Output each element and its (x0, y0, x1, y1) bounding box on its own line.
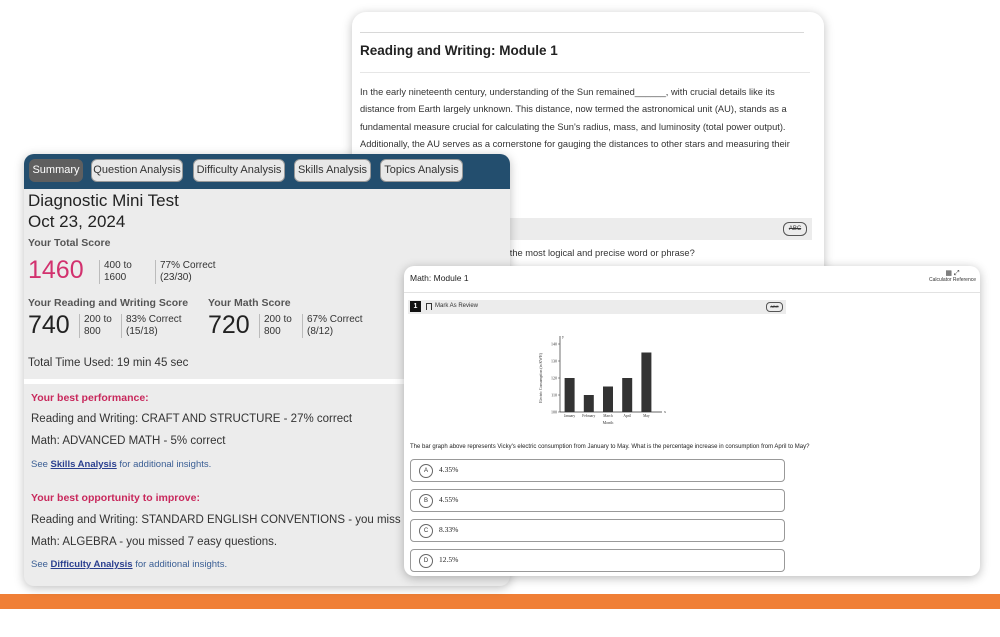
x-tick-label: May (643, 414, 650, 418)
choice-letter: A (419, 464, 433, 478)
math-score-range: 200 to 800 (259, 314, 294, 338)
reading-passage: In the early nineteenth century, underst… (360, 87, 790, 150)
answer-choice-d[interactable]: D 12.5% (410, 549, 785, 572)
opportunity-item: Reading and Writing: STANDARD ENGLISH CO… (31, 514, 401, 526)
header-divider (404, 292, 980, 293)
y-tick-label: 110 (551, 392, 557, 397)
question-header-strip: 1 Mark As Review ABC (408, 300, 786, 314)
bar (622, 378, 633, 412)
rw-percent: 83% Correct (126, 314, 182, 325)
total-fraction: (23/30) (160, 272, 192, 283)
math-fraction: (8/12) (307, 326, 334, 337)
skills-insight-line: See Skills Analysis for additional insig… (31, 459, 211, 470)
tab-topics-analysis[interactable]: Topics Analysis (380, 159, 463, 182)
rw-score-range: 200 to 800 (79, 314, 114, 338)
y-axis-letter: y (562, 334, 564, 339)
y-tick-label: 130 (551, 358, 557, 363)
mark-review-label[interactable]: Mark As Review (435, 303, 478, 309)
bar (641, 352, 652, 412)
module-title: Math: Module 1 (410, 273, 469, 283)
calculator-icon: ▦ ⤢ (945, 270, 960, 277)
total-score-correct: 77% Correct (23/30) (155, 260, 240, 284)
total-score-value: 1460 (28, 256, 84, 284)
choice-value: 8.33% (439, 525, 459, 534)
tab-question-analysis[interactable]: Question Analysis (91, 159, 183, 182)
bar (564, 378, 575, 412)
x-tick-label: March (603, 414, 613, 418)
tab-difficulty-analysis[interactable]: Difficulty Analysis (193, 159, 285, 182)
report-tab-bar: Summary Question Analysis Difficulty Ana… (24, 154, 510, 189)
math-score-correct: 67% Correct (8/12) (302, 314, 377, 338)
total-score-range: 400 to 1600 (99, 260, 148, 284)
choice-value: 4.35% (439, 465, 459, 474)
math-module-card: Math: Module 1 ▦ ⤢ Calculator Reference … (404, 266, 980, 576)
choice-letter: D (419, 554, 433, 568)
tab-summary[interactable]: Summary (29, 159, 83, 182)
total-time-used: Total Time Used: 19 min 45 sec (28, 357, 189, 369)
rw-score-label: Your Reading and Writing Score (28, 297, 189, 309)
answer-choice-c[interactable]: C 8.33% (410, 519, 785, 542)
rw-fraction: (15/18) (126, 326, 158, 337)
choice-letter: B (419, 494, 433, 508)
see-suffix: for additional insights. (116, 459, 212, 470)
see-suffix: for additional insights. (132, 559, 228, 570)
calculator-reference-label: Calculator Reference (929, 277, 976, 283)
x-tick-label: February (582, 414, 595, 418)
question-number: 1 (410, 301, 421, 312)
footer-accent-bar (0, 594, 1000, 609)
y-tick-label: 120 (551, 375, 557, 380)
question-prompt: n the most logical and precise word or p… (502, 248, 695, 258)
difficulty-insight-line: See Difficulty Analysis for additional i… (31, 559, 227, 570)
title-divider (360, 72, 810, 73)
x-axis-letter: x (664, 409, 666, 414)
y-tick-label: 100 (551, 409, 557, 414)
see-prefix: See (31, 559, 51, 570)
x-tick-label: January (564, 414, 575, 418)
math-score-label: Your Math Score (208, 297, 291, 309)
x-tick-label: April (623, 414, 631, 418)
best-performance-item: Math: ADVANCED MATH - 5% correct (31, 435, 226, 447)
choice-value: 4.55% (439, 495, 459, 504)
test-date: Oct 23, 2024 (28, 212, 126, 231)
best-opportunity-heading: Your best opportunity to improve: (31, 492, 200, 504)
rw-score-correct: 83% Correct (15/18) (121, 314, 196, 338)
calculator-reference-button[interactable]: ▦ ⤢ Calculator Reference (929, 270, 976, 283)
x-axis-label: Month (603, 420, 614, 425)
skills-analysis-link[interactable]: Skills Analysis (51, 459, 117, 470)
y-axis-label: Electric Consumption (in KWH) (539, 352, 543, 402)
answer-choice-a[interactable]: A 4.35% (410, 459, 785, 482)
question-text: The bar graph above represents Vicky's e… (410, 444, 810, 450)
test-name: Diagnostic Mini Test (28, 191, 179, 210)
strikethrough-toggle-button[interactable]: ABC (783, 222, 807, 236)
top-divider (360, 32, 804, 33)
electric-consumption-chart: x y 100 110 120 130 140 January February March Apr… (539, 334, 666, 425)
difficulty-analysis-link[interactable]: Difficulty Analysis (51, 559, 133, 570)
choice-value: 12.5% (439, 555, 459, 564)
bar (583, 395, 594, 412)
best-performance-item: Reading and Writing: CRAFT AND STRUCTURE… (31, 413, 353, 425)
math-score-value: 720 (208, 311, 250, 339)
best-performance-heading: Your best performance: (31, 392, 149, 404)
math-percent: 67% Correct (307, 314, 363, 325)
module-title: Reading and Writing: Module 1 (360, 43, 558, 58)
see-prefix: See (31, 459, 51, 470)
rw-score-value: 740 (28, 311, 70, 339)
answer-choice-b[interactable]: B 4.55% (410, 489, 785, 512)
bar (603, 386, 613, 412)
total-percent: 77% Correct (160, 260, 216, 271)
tab-skills-analysis[interactable]: Skills Analysis (294, 159, 371, 182)
total-score-label: Your Total Score (28, 237, 111, 249)
strikethrough-toggle-button[interactable]: ABC (766, 302, 783, 312)
choice-letter: C (419, 524, 433, 538)
opportunity-item: Math: ALGEBRA - you missed 7 easy questi… (31, 536, 278, 548)
bookmark-icon[interactable] (426, 303, 432, 310)
y-tick-label: 140 (551, 341, 557, 346)
